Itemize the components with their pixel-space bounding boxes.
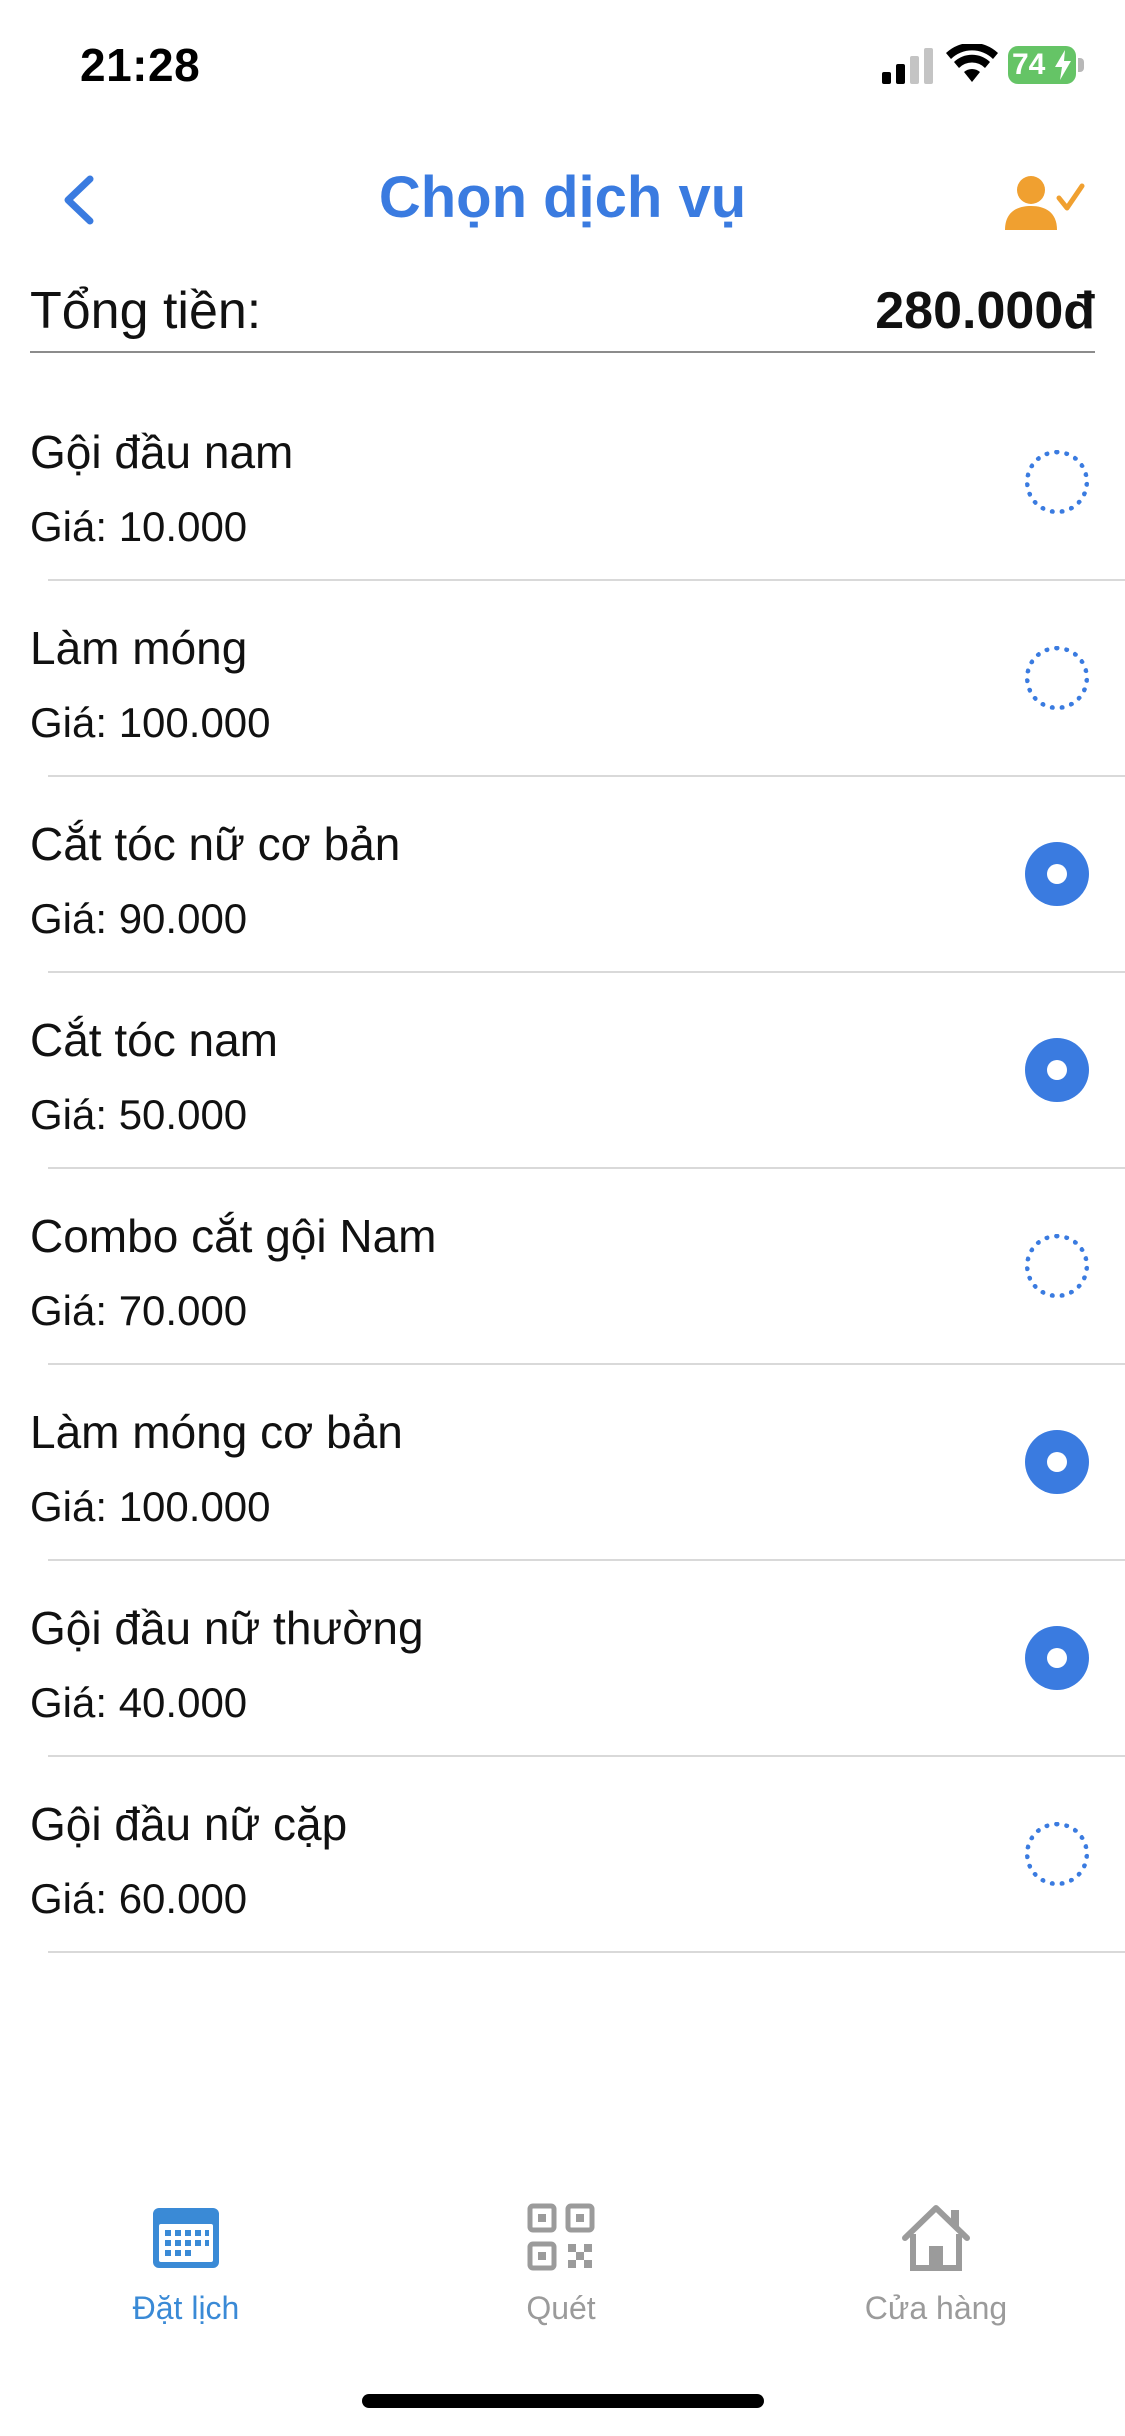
calendar-icon	[153, 2208, 219, 2268]
service-item[interactable]: Combo cắt gội Nam Giá: 70.000	[0, 1169, 1125, 1365]
tab-booking[interactable]: Đặt lịch	[66, 2180, 306, 2330]
status-time: 21:28	[80, 39, 201, 91]
tab-bar: Đặt lịch Quét Cửa hàng	[0, 2180, 1125, 2330]
radio-button-checked[interactable]	[1025, 842, 1089, 906]
total-row: Tổng tiền: 280.000đ	[30, 275, 1095, 353]
user-check-icon	[1005, 176, 1085, 230]
cellular-signal-icon	[882, 48, 933, 84]
service-name: Combo cắt gội Nam	[30, 1210, 437, 1262]
service-item[interactable]: Cắt tóc nữ cơ bản Giá: 90.000	[0, 777, 1125, 973]
profile-button[interactable]	[1005, 168, 1085, 238]
service-item[interactable]: Gội đầu nữ thường Giá: 40.000	[0, 1561, 1125, 1757]
service-item[interactable]: Cắt tóc nam Giá: 50.000	[0, 973, 1125, 1169]
service-price: Giá: 10.000	[30, 503, 248, 550]
status-bar: 21:28 74	[0, 0, 1125, 130]
service-name: Cắt tóc nam	[30, 1014, 278, 1066]
service-price: Giá: 50.000	[30, 1091, 248, 1138]
tab-scan[interactable]: Quét	[441, 2180, 681, 2330]
service-price: Giá: 40.000	[30, 1679, 248, 1726]
nav-header: Chọn dịch vụ	[0, 140, 1125, 260]
service-price: Giá: 100.000	[30, 1483, 271, 1530]
service-list: Gội đầu nam Giá: 10.000 Làm móng Giá: 10…	[0, 385, 1125, 1953]
battery-level: 74	[1012, 48, 1046, 81]
service-name: Làm móng cơ bản	[30, 1406, 403, 1458]
service-name: Gội đầu nam	[30, 426, 294, 478]
tab-label: Đặt lịch	[132, 2290, 240, 2326]
radio-button-checked[interactable]	[1025, 1626, 1089, 1690]
charging-bolt-icon	[1055, 50, 1071, 80]
total-value: 280.000đ	[875, 282, 1095, 340]
service-name: Gội đầu nữ thường	[30, 1602, 424, 1654]
radio-button-unchecked[interactable]	[1025, 646, 1089, 710]
home-indicator	[362, 2394, 764, 2408]
radio-button-unchecked[interactable]	[1025, 1234, 1089, 1298]
tab-label: Quét	[526, 2290, 596, 2326]
battery-cap	[1078, 58, 1084, 72]
service-price: Giá: 60.000	[30, 1875, 248, 1922]
service-item[interactable]: Gội đầu nam Giá: 10.000	[0, 385, 1125, 581]
service-item[interactable]: Làm móng cơ bản Giá: 100.000	[0, 1365, 1125, 1561]
radio-button-checked[interactable]	[1025, 1038, 1089, 1102]
service-name: Gội đầu nữ cặp	[30, 1798, 348, 1850]
home-icon	[902, 2205, 970, 2271]
radio-button-unchecked[interactable]	[1025, 1822, 1089, 1886]
radio-button-checked[interactable]	[1025, 1430, 1089, 1494]
total-label: Tổng tiền:	[30, 282, 262, 340]
service-price: Giá: 100.000	[30, 699, 271, 746]
service-name: Làm móng	[30, 622, 248, 674]
qr-code-icon	[527, 2203, 595, 2271]
service-item[interactable]: Gội đầu nữ cặp Giá: 60.000	[0, 1757, 1125, 1953]
radio-button-unchecked[interactable]	[1025, 450, 1089, 514]
service-item[interactable]: Làm móng Giá: 100.000	[0, 581, 1125, 777]
tab-label: Cửa hàng	[864, 2290, 1008, 2326]
service-price: Giá: 90.000	[30, 895, 248, 942]
wifi-icon	[946, 44, 998, 82]
service-name: Cắt tóc nữ cơ bản	[30, 818, 401, 870]
battery-charging-icon: 74	[1008, 46, 1088, 86]
page-title: Chọn dịch vụ	[378, 165, 747, 230]
service-price: Giá: 70.000	[30, 1287, 248, 1334]
tab-store[interactable]: Cửa hàng	[816, 2180, 1056, 2330]
